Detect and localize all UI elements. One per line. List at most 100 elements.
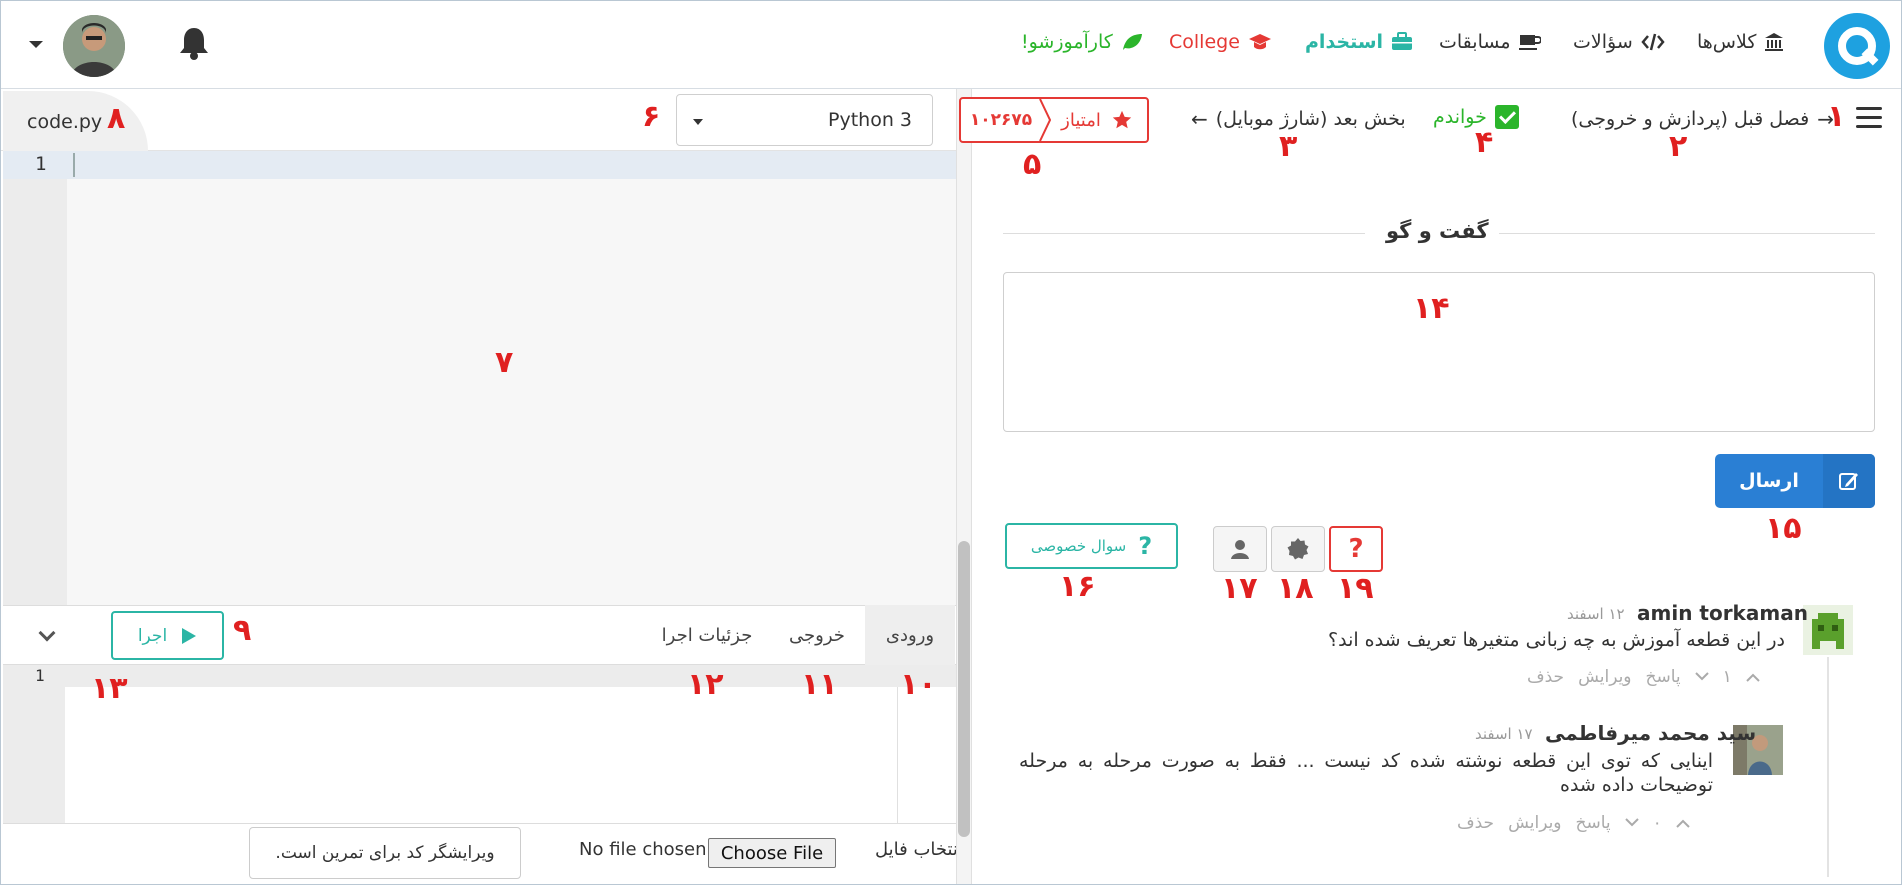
annotation-18: ۱۸ <box>1277 571 1314 606</box>
comment-actions: ۱ پاسخ ویرایش حذف <box>1527 667 1760 687</box>
comment-author[interactable]: سید محمد میرفاطمی <box>1545 721 1756 745</box>
filter-badge-button[interactable] <box>1271 526 1325 572</box>
play-icon <box>182 627 197 644</box>
leaf-icon <box>1122 34 1142 50</box>
nav-college-label: College <box>1169 31 1240 53</box>
star-icon <box>1112 110 1132 129</box>
comment-date: ۱۲ اسفند <box>1567 605 1625 623</box>
bell-icon[interactable] <box>177 25 211 61</box>
tab-input[interactable]: ورودی <box>865 605 955 665</box>
comment-date: ۱۷ اسفند <box>1475 725 1533 743</box>
badge-icon <box>1287 538 1309 560</box>
annotation-15: ۱۵ <box>1765 511 1802 546</box>
thread-line <box>1827 657 1829 877</box>
annotation-11: ۱۱ <box>801 667 838 702</box>
nav-contests-label: مسابقات <box>1439 31 1511 53</box>
private-question-button[interactable]: ? سوال خصوصی <box>1005 523 1178 569</box>
annotation-5: ۵ <box>1023 147 1042 182</box>
choose-file-label: Choose File <box>720 842 824 864</box>
annotation-13: ۱۳ <box>91 671 128 706</box>
filter-user-button[interactable] <box>1213 526 1267 572</box>
tab-run-details[interactable]: جزئیات اجرا <box>647 605 767 665</box>
coffee-icon <box>1518 35 1541 50</box>
next-section-link[interactable]: بخش بعد (شارژ موبایل) ← <box>1191 107 1406 131</box>
annotation-16: ۱۶ <box>1059 569 1096 604</box>
line-number: 1 <box>35 153 47 175</box>
bank-icon <box>1765 33 1784 51</box>
next-section-label: بخش بعد (شارژ موبایل) <box>1215 108 1406 130</box>
user-avatar[interactable] <box>63 15 125 77</box>
code-gutter <box>3 151 67 605</box>
tab-run-details-label: جزئیات اجرا <box>661 624 753 646</box>
nav-contests[interactable]: مسابقات <box>1439 31 1541 53</box>
nav-questions-label: سؤالات <box>1573 31 1633 53</box>
input-editor[interactable] <box>65 665 897 823</box>
editor-note-text: ویرایشگر کد برای تمرین است. <box>275 843 495 863</box>
annotation-12: ۱۲ <box>687 667 724 702</box>
language-select[interactable]: Python 3 <box>676 94 933 146</box>
arrow-left-icon: ← <box>1191 107 1208 131</box>
comment-author[interactable]: amin torkaman <box>1637 601 1808 625</box>
prev-chapter-link[interactable]: → فصل قبل (پردازش و خروجی) <box>1571 107 1834 131</box>
score-label: امتیاز <box>1061 109 1101 131</box>
chevron-down-icon[interactable] <box>1624 818 1639 828</box>
prev-chapter-label: فصل قبل (پردازش و خروجی) <box>1571 108 1810 130</box>
nav-college[interactable]: College <box>1169 31 1272 53</box>
annotation-6: ۶ <box>642 99 661 134</box>
delete-link[interactable]: حذف <box>1457 813 1494 833</box>
page: کلاس‌ها سؤالات مسابقات استخدام College ک… <box>0 0 1902 885</box>
reply-link[interactable]: پاسخ <box>1576 813 1611 833</box>
edit-link[interactable]: ویرایش <box>1578 667 1631 687</box>
nav-jobs[interactable]: استخدام <box>1305 31 1413 53</box>
file-name: code.py <box>27 111 103 133</box>
annotation-1: ۱ <box>1827 99 1846 134</box>
reply-link[interactable]: پاسخ <box>1646 667 1681 687</box>
briefcase-icon <box>1392 32 1413 50</box>
chevron-up-icon[interactable] <box>1746 672 1760 682</box>
chevron-up-icon[interactable] <box>1676 818 1690 828</box>
annotation-4: ۴ <box>1475 125 1494 160</box>
tab-output-label: خروجی <box>789 624 845 646</box>
choose-file-button[interactable]: Choose File <box>708 838 836 868</box>
graduation-cap-icon <box>1248 34 1271 50</box>
menu-icon[interactable] <box>1856 107 1882 129</box>
nav-questions[interactable]: سؤالات <box>1573 31 1665 53</box>
send-label: ارسال <box>1739 470 1799 492</box>
divider <box>1499 233 1875 234</box>
comment-avatar <box>1803 605 1853 655</box>
score-value: ۱۰۲۶۷۵ <box>969 110 1033 130</box>
annotation-14: ۱۴ <box>1413 291 1450 326</box>
tab-output[interactable]: خروجی <box>775 605 859 665</box>
discussion-title: گفت و گو <box>1386 219 1489 243</box>
delete-link[interactable]: حذف <box>1527 667 1564 687</box>
chevron-down-icon[interactable] <box>29 41 43 48</box>
divider <box>897 687 898 823</box>
annotation-7: ۷ <box>495 345 514 380</box>
language-value: Python 3 <box>828 109 912 131</box>
tab-input-label: ورودی <box>885 624 935 646</box>
question-icon: ? <box>1348 534 1364 564</box>
edit-link[interactable]: ویرایش <box>1508 813 1561 833</box>
nav-classes-label: کلاس‌ها <box>1697 31 1757 53</box>
code-icon <box>1641 33 1665 51</box>
comment-text: در این قطعه آموزش به چه زبانی متغیرها تع… <box>1328 629 1785 651</box>
annotation-9: ۹ <box>233 613 252 648</box>
send-button[interactable]: ارسال <box>1715 454 1875 508</box>
nav-classes[interactable]: کلاس‌ها <box>1697 31 1784 53</box>
nav-jobs-label: استخدام <box>1305 31 1384 53</box>
comment-actions: ۰ پاسخ ویرایش حذف <box>1457 813 1690 833</box>
text-cursor <box>73 153 75 177</box>
checkbox-icon <box>1494 105 1519 129</box>
annotation-17: ۱۷ <box>1221 571 1258 606</box>
scrollbar[interactable] <box>958 541 970 837</box>
user-icon <box>1231 540 1249 559</box>
edit-icon <box>1823 454 1875 508</box>
question-icon: ? <box>1138 532 1153 560</box>
filter-question-button[interactable]: ? <box>1329 526 1383 572</box>
nav-internship[interactable]: کارآموزشو! <box>1021 31 1143 53</box>
run-button[interactable]: اجرا <box>111 611 224 660</box>
annotation-3: ۳ <box>1279 129 1298 164</box>
quera-logo[interactable] <box>1824 13 1890 79</box>
input-gutter <box>3 665 65 823</box>
chevron-down-icon[interactable] <box>1694 672 1709 682</box>
